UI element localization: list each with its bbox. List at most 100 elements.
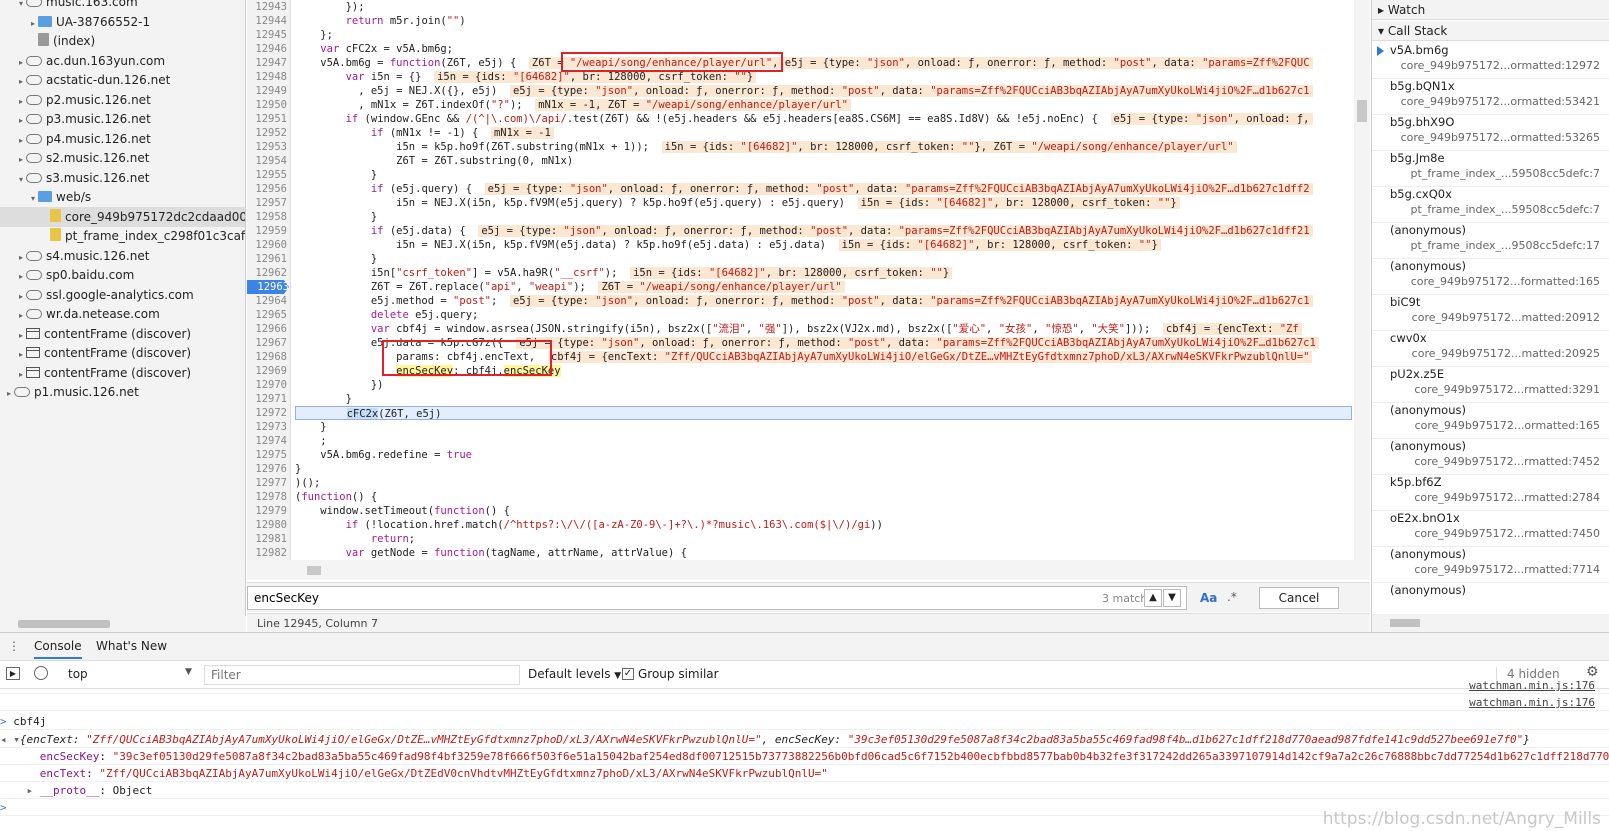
- line-number[interactable]: 12974: [247, 434, 287, 448]
- call-frame[interactable]: cwv0x core_949b975172...matted:20925: [1372, 330, 1609, 367]
- line-number[interactable]: 12946: [247, 42, 287, 56]
- tree-item[interactable]: ▾ music.163.com: [0, 0, 245, 12]
- line-number[interactable]: 12952: [247, 126, 287, 140]
- line-number[interactable]: 12961: [247, 252, 287, 266]
- editor-horizontal-scrollbar[interactable]: [247, 560, 1370, 580]
- line-number[interactable]: 12966: [247, 322, 287, 336]
- line-number[interactable]: 12950: [247, 98, 287, 112]
- scroll-thumb[interactable]: [18, 620, 110, 628]
- line-number[interactable]: 12979: [247, 504, 287, 518]
- tab-console[interactable]: Console: [34, 639, 82, 659]
- tree-item[interactable]: ▾ s3.music.126.net: [0, 168, 245, 188]
- console-object-summary[interactable]: ◂ ▾{encText: "Zff/QUCciAB3bqAZIAbjAyA7um…: [0, 731, 1609, 748]
- line-number[interactable]: 12957: [247, 196, 287, 210]
- tree-item[interactable]: (index): [0, 31, 245, 51]
- cancel-button[interactable]: Cancel: [1259, 587, 1339, 609]
- call-frame[interactable]: oE2x.bnO1x core_949b975172...rmatted:7450: [1372, 510, 1609, 547]
- tree-item[interactable]: ▸ contentFrame (discover): [0, 343, 245, 363]
- call-frame[interactable]: (anonymous) core_949b975172...rmatted:745…: [1372, 438, 1609, 475]
- call-frame[interactable]: b5g.Jm8e pt_frame_index_...59508cc5defc:7: [1372, 150, 1609, 187]
- line-number[interactable]: 12980: [247, 518, 287, 532]
- tree-horizontal-scrollbar[interactable]: [0, 616, 246, 632]
- editor-vertical-scrollbar[interactable]: [1354, 0, 1370, 560]
- line-number[interactable]: 12962: [247, 266, 287, 280]
- tree-item[interactable]: ▸ wr.da.netease.com: [0, 304, 245, 324]
- chevron-right-icon[interactable]: ▸: [4, 384, 14, 404]
- scroll-thumb[interactable]: [1357, 100, 1367, 122]
- sidebar-horizontal-scrollbar[interactable]: [1372, 614, 1609, 632]
- tree-item[interactable]: ▸ s2.music.126.net: [0, 148, 245, 168]
- watch-section-header[interactable]: ▸ Watch: [1372, 0, 1609, 20]
- tree-item[interactable]: ▸ s4.music.126.net: [0, 246, 245, 266]
- scroll-thumb[interactable]: [1390, 619, 1420, 627]
- line-number[interactable]: 12955: [247, 168, 287, 182]
- regex-toggle[interactable]: .*: [1227, 590, 1237, 604]
- drawer-menu-icon[interactable]: ⋮: [8, 639, 20, 653]
- breakpoint-marker[interactable]: 12963: [247, 280, 289, 294]
- call-frame[interactable]: b5g.bhX9O core_949b975172...ormatted:5326…: [1372, 114, 1609, 151]
- line-number[interactable]: 12968: [247, 350, 287, 364]
- console-property-row[interactable]: ▸ __proto__: Object: [0, 782, 1609, 799]
- line-number[interactable]: 12972: [247, 406, 287, 420]
- match-case-toggle[interactable]: Aa: [1200, 591, 1217, 605]
- previous-match-button[interactable]: ▲: [1144, 589, 1162, 607]
- source-link[interactable]: watchman.min.js:176: [1469, 694, 1595, 710]
- line-number[interactable]: 12970: [247, 378, 287, 392]
- call-frame[interactable]: b5g.bQN1x core_949b975172...ormatted:5342…: [1372, 78, 1609, 115]
- line-number[interactable]: 12982: [247, 546, 287, 560]
- call-frame[interactable]: k5p.bf6Z core_949b975172...rmatted:2784: [1372, 474, 1609, 511]
- line-number[interactable]: 12948: [247, 70, 287, 84]
- next-match-button[interactable]: ▼: [1163, 589, 1181, 607]
- tree-item[interactable]: ▸ UA-38766552-1: [0, 12, 245, 32]
- tree-item[interactable]: ▸ contentFrame (discover): [0, 324, 245, 344]
- chevron-down-icon[interactable]: ▼: [185, 667, 192, 677]
- tree-item[interactable]: ▸ contentFrame (discover): [0, 363, 245, 383]
- line-number[interactable]: 12960: [247, 238, 287, 252]
- tree-item[interactable]: ▸ p3.music.126.net: [0, 109, 245, 129]
- tree-item[interactable]: pt_frame_index_c298f01c3cafd837: [0, 226, 245, 246]
- line-number[interactable]: 12976: [247, 462, 287, 476]
- line-number[interactable]: 12977: [247, 476, 287, 490]
- code-editor[interactable]: 12943 12944 12945 12946 12947 12948 12949 12950…: [247, 0, 1370, 580]
- line-number[interactable]: 12965: [247, 308, 287, 322]
- line-number[interactable]: 12958: [247, 210, 287, 224]
- tab-whats-new[interactable]: What's New: [96, 639, 167, 653]
- line-number-gutter[interactable]: 12943 12944 12945 12946 12947 12948 12949 12950…: [247, 0, 291, 573]
- tree-item[interactable]: ▾ web/s: [0, 187, 245, 207]
- line-number[interactable]: 12945: [247, 28, 287, 42]
- call-frame[interactable]: (anonymous) core_949b975172...rmatted:771…: [1372, 546, 1609, 583]
- line-number[interactable]: 12973: [247, 420, 287, 434]
- call-frame[interactable]: pU2x.z5E core_949b975172...rmatted:3291: [1372, 366, 1609, 403]
- tree-item[interactable]: ▸ ac.dun.163yun.com: [0, 51, 245, 71]
- line-number[interactable]: 12969: [247, 364, 287, 378]
- call-frame[interactable]: b5g.cxQ0x pt_frame_index_...59508cc5defc:…: [1372, 186, 1609, 223]
- line-number[interactable]: 12978: [247, 490, 287, 504]
- tree-item[interactable]: ▸ sp0.baidu.com: [0, 265, 245, 285]
- line-number[interactable]: 12964: [247, 294, 287, 308]
- line-number[interactable]: 12959: [247, 224, 287, 238]
- tree-item[interactable]: ▸ ssl.google-analytics.com: [0, 285, 245, 305]
- line-number[interactable]: 12949: [247, 84, 287, 98]
- call-frame[interactable]: (anonymous) core_949b975172...ormatted:16…: [1372, 402, 1609, 439]
- line-number[interactable]: 12967: [247, 336, 287, 350]
- line-number[interactable]: 12944: [247, 14, 287, 28]
- line-number[interactable]: 12947: [247, 56, 287, 70]
- line-number[interactable]: 12954: [247, 154, 287, 168]
- tree-item[interactable]: core_949b975172dc2cdaad00fe8a: [0, 206, 245, 227]
- line-number[interactable]: 12943: [247, 0, 287, 14]
- tree-item[interactable]: ▸ acstatic-dun.126.net: [0, 70, 245, 90]
- source-link[interactable]: watchman.min.js:176: [1469, 677, 1595, 693]
- line-number[interactable]: 12971: [247, 392, 287, 406]
- tree-item[interactable]: ▸ p1.music.126.net: [0, 382, 245, 404]
- callstack-section-header[interactable]: ▾ Call Stack: [1372, 21, 1609, 41]
- call-frame[interactable]: biC9t core_949b975172...matted:20912: [1372, 294, 1609, 331]
- line-number[interactable]: 12975: [247, 448, 287, 462]
- call-frame[interactable]: (anonymous) pt_frame_index_...9508cc5defc…: [1372, 222, 1609, 259]
- tree-item[interactable]: ▸ p2.music.126.net: [0, 90, 245, 110]
- search-input[interactable]: [247, 586, 1187, 610]
- line-number[interactable]: 12981: [247, 532, 287, 546]
- tree-item[interactable]: ▸ p4.music.126.net: [0, 129, 245, 149]
- line-number[interactable]: 12956: [247, 182, 287, 196]
- call-frame[interactable]: v5A.bm6g core_949b975172...ormatted:12972: [1372, 42, 1609, 79]
- line-number[interactable]: 12953: [247, 140, 287, 154]
